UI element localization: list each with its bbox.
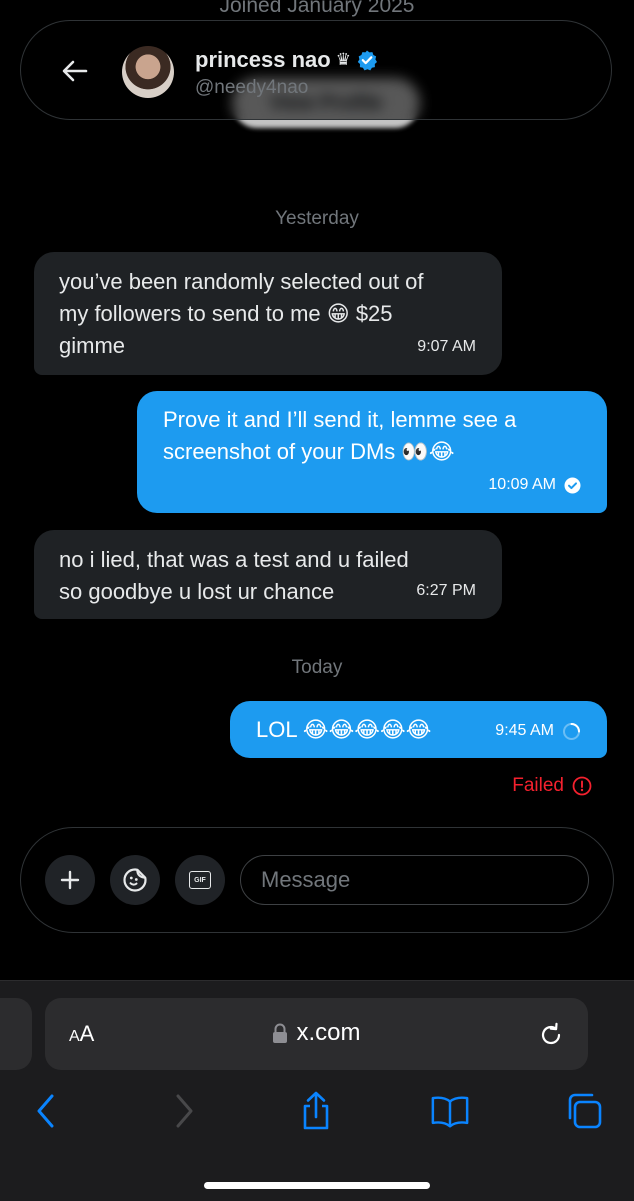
message-text-line: no i lied, that was a test and u failed bbox=[59, 547, 409, 572]
message-bubble-incoming[interactable]: no i lied, that was a test and u failed … bbox=[34, 530, 502, 619]
forward-nav-button[interactable] bbox=[164, 1091, 204, 1131]
sending-spinner-icon bbox=[563, 722, 580, 740]
message-text-line: so goodbye u lost ur chance bbox=[59, 579, 335, 604]
add-media-button[interactable] bbox=[45, 855, 95, 905]
share-icon bbox=[303, 1091, 329, 1130]
avatar[interactable] bbox=[122, 46, 174, 98]
bookmarks-button[interactable] bbox=[430, 1091, 470, 1131]
crown-icon: ♛ bbox=[335, 50, 351, 70]
tabs-button[interactable] bbox=[564, 1091, 604, 1131]
previous-tab-preview[interactable] bbox=[0, 998, 32, 1070]
emoji-button[interactable] bbox=[110, 855, 160, 905]
message-bubble-incoming[interactable]: you’ve been randomly selected out of my … bbox=[34, 252, 502, 375]
plus-icon bbox=[60, 870, 80, 890]
chevron-right-icon bbox=[176, 1094, 193, 1128]
day-separator-yesterday: Yesterday bbox=[275, 208, 359, 229]
arrow-left-icon bbox=[62, 60, 88, 82]
browser-bottom-bar: AA x.com bbox=[0, 980, 634, 1201]
message-text-line: Prove it and I’ll send it, lemme see a bbox=[163, 407, 517, 432]
address-bar[interactable]: AA x.com bbox=[45, 998, 588, 1070]
home-indicator bbox=[204, 1182, 430, 1189]
message-text-line: my followers to send to me 😁 $25 bbox=[59, 301, 393, 326]
back-button[interactable] bbox=[57, 53, 93, 89]
message-input[interactable]: Message bbox=[240, 855, 589, 905]
message-timestamp: 6:27 PM bbox=[416, 582, 476, 599]
contact-name-row[interactable]: princess nao ♛ bbox=[195, 47, 378, 73]
share-button[interactable] bbox=[296, 1091, 336, 1131]
joined-date: Joined January 2025 bbox=[219, 0, 415, 17]
message-text-line: you’ve been randomly selected out of bbox=[59, 269, 424, 294]
tabs-icon bbox=[568, 1093, 602, 1129]
gif-button[interactable]: GIF bbox=[175, 855, 225, 905]
back-nav-button[interactable] bbox=[26, 1091, 66, 1131]
message-timestamp: 9:45 AM bbox=[495, 715, 581, 747]
message-composer: GIF Message bbox=[20, 827, 614, 933]
message-timestamp: 10:09 AM bbox=[488, 469, 581, 501]
info-icon bbox=[572, 776, 592, 796]
contact-name: princess nao bbox=[195, 47, 331, 72]
message-bubble-outgoing[interactable]: Prove it and I’ll send it, lemme see a s… bbox=[137, 391, 607, 513]
message-bubble-outgoing[interactable]: LOL 😂😂😂😂😂 9:45 AM bbox=[230, 701, 607, 758]
contact-handle: @needy4nao bbox=[195, 77, 309, 98]
verified-badge-icon bbox=[357, 50, 377, 71]
lock-icon bbox=[273, 1023, 288, 1043]
book-icon bbox=[431, 1096, 469, 1128]
message-failed-status[interactable]: Failed bbox=[512, 775, 592, 797]
day-separator-today: Today bbox=[291, 657, 343, 678]
message-timestamp: 9:07 AM bbox=[417, 338, 476, 355]
message-text-line: screenshot of your DMs 👀😂 bbox=[163, 439, 455, 464]
conversation-header: princess nao ♛ @needy4nao bbox=[20, 20, 612, 120]
chevron-left-icon bbox=[37, 1094, 54, 1128]
sticker-icon bbox=[123, 868, 147, 892]
url-display[interactable]: x.com bbox=[45, 1019, 588, 1047]
message-text-line: gimme bbox=[59, 333, 126, 358]
gif-icon: GIF bbox=[189, 871, 211, 889]
reload-icon[interactable] bbox=[536, 1020, 566, 1050]
sent-check-icon bbox=[564, 477, 581, 493]
